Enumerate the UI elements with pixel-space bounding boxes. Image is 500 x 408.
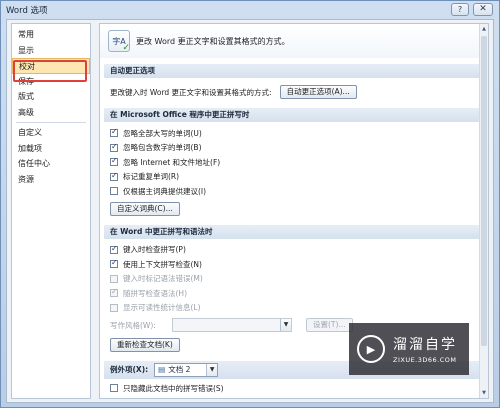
settings-button: 设置(T)... — [306, 318, 353, 332]
chevron-down-icon: ▼ — [280, 319, 291, 331]
option-mark-grammar: 键入时标记语法错误(M) — [100, 272, 488, 287]
watermark-name: 溜溜自学 — [393, 337, 457, 353]
nav-item-addins[interactable]: 加载项 — [12, 141, 90, 157]
checkbox[interactable] — [110, 142, 118, 152]
option-contextual-spelling[interactable]: 使用上下文拼写检查(N) — [100, 257, 488, 272]
scroll-thumb[interactable] — [481, 36, 487, 346]
exceptions-document-select[interactable]: ▤ 文档 2 ▼ — [154, 363, 219, 377]
document-icon: ▤ — [158, 365, 166, 374]
option-ignore-numbers[interactable]: 忽略包含数字的单词(B) — [100, 141, 488, 156]
checkbox[interactable] — [110, 187, 118, 196]
checkbox — [110, 303, 118, 312]
nav-item-customize[interactable]: 自定义 — [12, 125, 90, 141]
checkbox — [110, 287, 118, 298]
writing-style-select: ▼ — [172, 318, 292, 332]
nav-item-common[interactable]: 常用 — [12, 27, 90, 43]
check-mark-icon: ✓ — [122, 43, 130, 53]
option-label: 只隐藏此文档中的拼写错误(S) — [123, 383, 224, 393]
option-label: 仅根据主词典提供建议(I) — [123, 186, 207, 196]
window-title: Word 选项 — [6, 6, 48, 16]
writing-style-label: 写作风格(W): — [110, 320, 156, 330]
option-main-dictionary[interactable]: 仅根据主词典提供建议(I) — [100, 184, 488, 199]
checkbox — [110, 274, 118, 283]
option-label: 随拼写检查语法(H) — [123, 288, 187, 298]
close-button[interactable]: ✕ — [473, 3, 493, 16]
play-logo-icon: ▶ — [357, 335, 385, 363]
exceptions-document: 文档 2 — [168, 365, 191, 374]
checkbox[interactable] — [110, 156, 118, 167]
option-readability: 显示可读性统计信息(L) — [100, 301, 488, 316]
exceptions-label: 例外项(X): — [110, 365, 149, 374]
checkbox[interactable] — [110, 127, 118, 138]
title-bar: Word 选项 ? ✕ — [1, 1, 499, 19]
panel-description: 更改 Word 更正文字和设置其格式的方式。 — [136, 36, 290, 46]
nav-item-resources[interactable]: 资源 — [12, 172, 90, 188]
checkbox[interactable] — [110, 171, 118, 181]
option-label: 忽略 Internet 和文件地址(F) — [123, 157, 221, 167]
panel-header: 字A ✓ 更改 Word 更正文字和设置其格式的方式。 — [100, 24, 488, 58]
option-ignore-uppercase[interactable]: 忽略全部大写的单词(U) — [100, 126, 488, 141]
option-label: 忽略全部大写的单词(U) — [123, 128, 202, 138]
watermark-text: 溜溜自学 ZIXUE.3D66.COM — [393, 334, 457, 364]
option-flag-repeated[interactable]: 标记重复单词(R) — [100, 170, 488, 185]
options-nav: 常用 显示 校对 保存 版式 高级 自定义 加载项 信任中心 资源 — [11, 23, 91, 399]
scroll-down-icon[interactable]: ▼ — [480, 388, 488, 398]
option-check-spelling[interactable]: 键入时检查拼写(P) — [100, 243, 488, 258]
option-label: 使用上下文拼写检查(N) — [123, 259, 202, 269]
word-options-dialog: Word 选项 ? ✕ 常用 显示 校对 保存 版式 高级 自定义 加载项 信任… — [0, 0, 500, 408]
scroll-up-icon[interactable]: ▲ — [480, 24, 488, 34]
autocorrect-section-title: 自动更正选项 — [104, 64, 484, 78]
chevron-down-icon: ▼ — [206, 364, 218, 376]
proofing-abc-icon: 字A ✓ — [108, 30, 130, 53]
checkbox[interactable] — [110, 384, 118, 392]
vertical-scrollbar[interactable]: ▲ ▼ — [479, 24, 488, 398]
option-ignore-internet[interactable]: 忽略 Internet 和文件地址(F) — [100, 155, 488, 170]
custom-dictionaries-button[interactable]: 自定义词典(C)... — [110, 201, 180, 216]
recheck-document-button[interactable]: 重新检查文档(K) — [110, 338, 180, 352]
checkbox[interactable] — [110, 258, 118, 269]
option-label: 显示可读性统计信息(L) — [123, 303, 201, 313]
checkbox[interactable] — [110, 244, 118, 254]
watermark-url: ZIXUE.3D66.COM — [393, 356, 457, 364]
nav-item-layout[interactable]: 版式 — [12, 89, 90, 105]
autocorrect-options-button[interactable]: 自动更正选项(A)... — [279, 85, 357, 99]
option-grammar-with-spelling: 随拼写检查语法(H) — [100, 286, 488, 301]
nav-divider — [16, 122, 86, 123]
autocorrect-row: 更改键入时 Word 更正文字和设置其格式的方式: 自动更正选项(A)... — [100, 82, 488, 102]
custom-dictionary-row: 自定义词典(C)... — [100, 199, 488, 219]
option-hide-spelling-errors[interactable]: 只隐藏此文档中的拼写错误(S) — [100, 383, 488, 393]
nav-item-advanced[interactable]: 高级 — [12, 105, 90, 121]
help-button[interactable]: ? — [451, 3, 469, 16]
autocorrect-label: 更改键入时 Word 更正文字和设置其格式的方式: — [110, 87, 272, 97]
option-label: 忽略包含数字的单词(B) — [123, 143, 202, 153]
option-label: 键入时检查拼写(P) — [123, 245, 186, 255]
word-section-title: 在 Word 中更正拼写和语法时 — [104, 224, 484, 239]
nav-item-trust-center[interactable]: 信任中心 — [12, 156, 90, 172]
option-label: 标记重复单词(R) — [123, 172, 180, 182]
nav-item-display[interactable]: 显示 — [12, 43, 90, 59]
option-label: 键入时标记语法错误(M) — [123, 274, 203, 284]
red-highlight-annotation — [13, 60, 87, 82]
office-section-title: 在 Microsoft Office 程序中更正拼写时 — [104, 108, 484, 122]
watermark: ▶ 溜溜自学 ZIXUE.3D66.COM — [349, 323, 469, 375]
